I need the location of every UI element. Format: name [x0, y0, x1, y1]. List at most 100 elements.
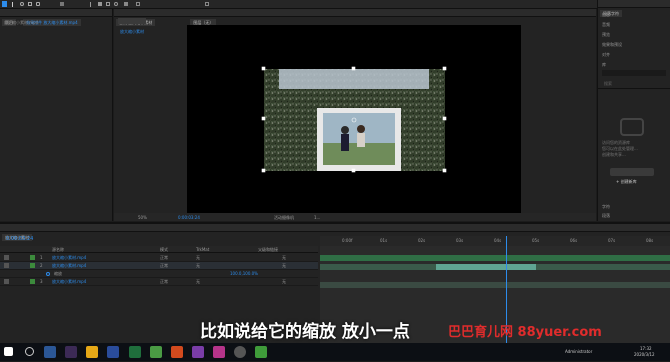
track-bar-highlight[interactable] — [436, 264, 536, 270]
layer-number: 1 — [40, 255, 43, 260]
comp-breadcrumb[interactable]: 放大缩小素材 — [118, 18, 146, 34]
library-search-input[interactable]: 搜索 — [602, 70, 666, 86]
library-help-1: 访问您的资源库 — [602, 140, 630, 145]
ruler-label: 06s — [570, 238, 578, 243]
view-count[interactable]: 1... — [314, 215, 320, 220]
property-name: 缩放 — [54, 271, 62, 276]
folder-icon[interactable] — [86, 346, 99, 358]
eraser-tool-icon[interactable] — [124, 2, 128, 6]
premiere-icon[interactable] — [65, 346, 78, 358]
right-tabbar: 段落字符 — [598, 0, 670, 17]
child-figure-1 — [341, 126, 349, 134]
windows-start-icon[interactable] — [4, 347, 13, 356]
panel-item-align[interactable]: 对齐 — [602, 52, 610, 57]
layer-number: 2 — [40, 263, 43, 268]
panel-item-audio[interactable]: 音频 — [602, 22, 610, 27]
ruler-label: 0:00f — [342, 238, 353, 243]
watermark: 巴巴育儿网 88yuer.com — [448, 325, 602, 340]
effect-controls-file: 放大缩小素材.mp4 — [4, 20, 39, 25]
track-bar[interactable] — [320, 282, 670, 288]
layer-row[interactable]: 2 放大缩小素材.mp4 正常 无 无 — [0, 262, 318, 270]
brush-tool-icon[interactable] — [106, 2, 110, 6]
hand-tool-icon[interactable] — [20, 2, 24, 6]
type-tool-icon[interactable] — [98, 2, 102, 6]
eye-icon[interactable] — [4, 279, 9, 284]
tools-toolbar — [0, 0, 670, 9]
clone-tool-icon[interactable] — [114, 2, 118, 6]
label-color-icon[interactable] — [30, 263, 35, 268]
panel-item-library[interactable]: 库 — [602, 62, 606, 67]
selection-tool-icon[interactable] — [12, 2, 16, 7]
panel-item-paragraph[interactable]: 段落 — [602, 213, 610, 218]
search-icon[interactable] — [25, 347, 35, 356]
layer-name[interactable]: 放大缩小素材.mp4 — [52, 255, 86, 260]
home-icon[interactable] — [2, 1, 7, 7]
library-search-placeholder: 搜索 — [604, 81, 612, 86]
app-icon[interactable] — [255, 346, 268, 358]
panel-item-preview[interactable]: 预览 — [602, 32, 610, 37]
camera-view[interactable]: 活动摄像机 — [274, 215, 294, 220]
composition-viewer[interactable] — [187, 25, 521, 215]
layer-row[interactable]: 1 放大缩小素材.mp4 正常 无 无 — [0, 254, 318, 262]
eye-icon[interactable] — [4, 255, 9, 260]
zoom-level[interactable]: 50% — [138, 215, 147, 220]
track-bar[interactable] — [320, 255, 670, 261]
project-tabbar: 项目 效果控件 放大缩小素材.mp4 — [0, 9, 112, 26]
viewer-timecode[interactable]: 0:00:03:24 — [178, 215, 200, 220]
rect-tool-icon[interactable] — [60, 2, 64, 6]
rotate-tool-icon[interactable] — [36, 2, 40, 6]
viewer-footer: 50% 0:00:03:24 活动摄像机 1... — [114, 213, 596, 221]
label-color-icon[interactable] — [30, 255, 35, 260]
layer-mode[interactable]: 正常 — [160, 263, 168, 268]
layer-parent[interactable]: 无 — [282, 255, 286, 260]
layer-header: 源名称 模式 TrkMat 父级和链接 — [0, 246, 318, 253]
taskbar-time[interactable]: 17:32 — [640, 346, 652, 351]
timeline-timecode[interactable]: 0:00:03:24 — [6, 236, 33, 242]
right-panel: 段落字符 信息 音频 预览 效果和预设 对齐 库 搜索 访问您的资源库 您可以在… — [597, 0, 670, 221]
stopwatch-icon[interactable] — [46, 272, 50, 276]
roto-tool-icon[interactable] — [136, 2, 140, 6]
app-icon[interactable] — [149, 346, 162, 358]
divider — [598, 88, 670, 89]
child-body-1 — [341, 134, 349, 151]
layer-mode[interactable]: 正常 — [160, 279, 168, 284]
layer-mode[interactable]: 正常 — [160, 255, 168, 260]
taskbar-user[interactable]: Administrator — [565, 349, 592, 354]
panel-item-effects[interactable]: 效果和预设 — [602, 42, 622, 47]
layer-number: 3 — [40, 279, 43, 284]
label-color-icon[interactable] — [30, 279, 35, 284]
layer-list: 1 放大缩小素材.mp4 正常 无 无 2 放大缩小素材.mp4 正常 无 无 … — [0, 254, 318, 286]
library-help-2: 您可以在此处管理... — [602, 146, 638, 151]
taskview-icon[interactable] — [44, 346, 57, 358]
zoom-tool-icon[interactable] — [28, 2, 32, 6]
layer-trkmat[interactable]: 无 — [196, 279, 200, 284]
ruler-label: 07s — [608, 238, 616, 243]
eye-icon[interactable] — [4, 263, 9, 268]
pen-tool-icon[interactable] — [90, 2, 94, 7]
layer-trkmat[interactable]: 无 — [196, 263, 200, 268]
panel-item-character[interactable]: 字符 — [602, 204, 610, 209]
layer-trkmat[interactable]: 无 — [196, 255, 200, 260]
comp-breadcrumb-label: 放大缩小素材 — [120, 29, 144, 34]
layer-name[interactable]: 放大缩小素材.mp4 — [52, 263, 86, 268]
time-ruler[interactable]: 0:00f 01s 02s 03s 04s 05s 06s 07s 08s — [320, 236, 670, 246]
snap-icon[interactable] — [205, 2, 209, 6]
taskbar-date[interactable]: 2020/3/12 — [634, 352, 655, 357]
create-library-button[interactable]: + 创建新库 — [610, 168, 654, 184]
ruler-label: 04s — [494, 238, 502, 243]
app-icon[interactable] — [170, 346, 183, 358]
layer-name[interactable]: 放大缩小素材.mp4 — [52, 279, 86, 284]
property-row[interactable]: 缩放 100.0,100.0% — [0, 270, 318, 278]
col-parent: 父级和链接 — [258, 247, 278, 252]
scale-value[interactable]: 100.0,100.0% — [230, 271, 258, 276]
word-icon[interactable] — [107, 346, 120, 358]
col-trkmat: TrkMat — [196, 247, 210, 252]
panel-item-info[interactable]: 信息 — [602, 12, 610, 17]
after-effects-icon[interactable] — [191, 346, 204, 358]
app-icon[interactable] — [212, 346, 225, 358]
layer-row[interactable]: 3 放大缩小素材.mp4 正常 无 无 — [0, 278, 318, 286]
layer-parent[interactable]: 无 — [282, 263, 286, 268]
layer-parent[interactable]: 无 — [282, 279, 286, 284]
wechat-icon[interactable] — [128, 346, 141, 358]
app-icon[interactable] — [234, 346, 247, 358]
